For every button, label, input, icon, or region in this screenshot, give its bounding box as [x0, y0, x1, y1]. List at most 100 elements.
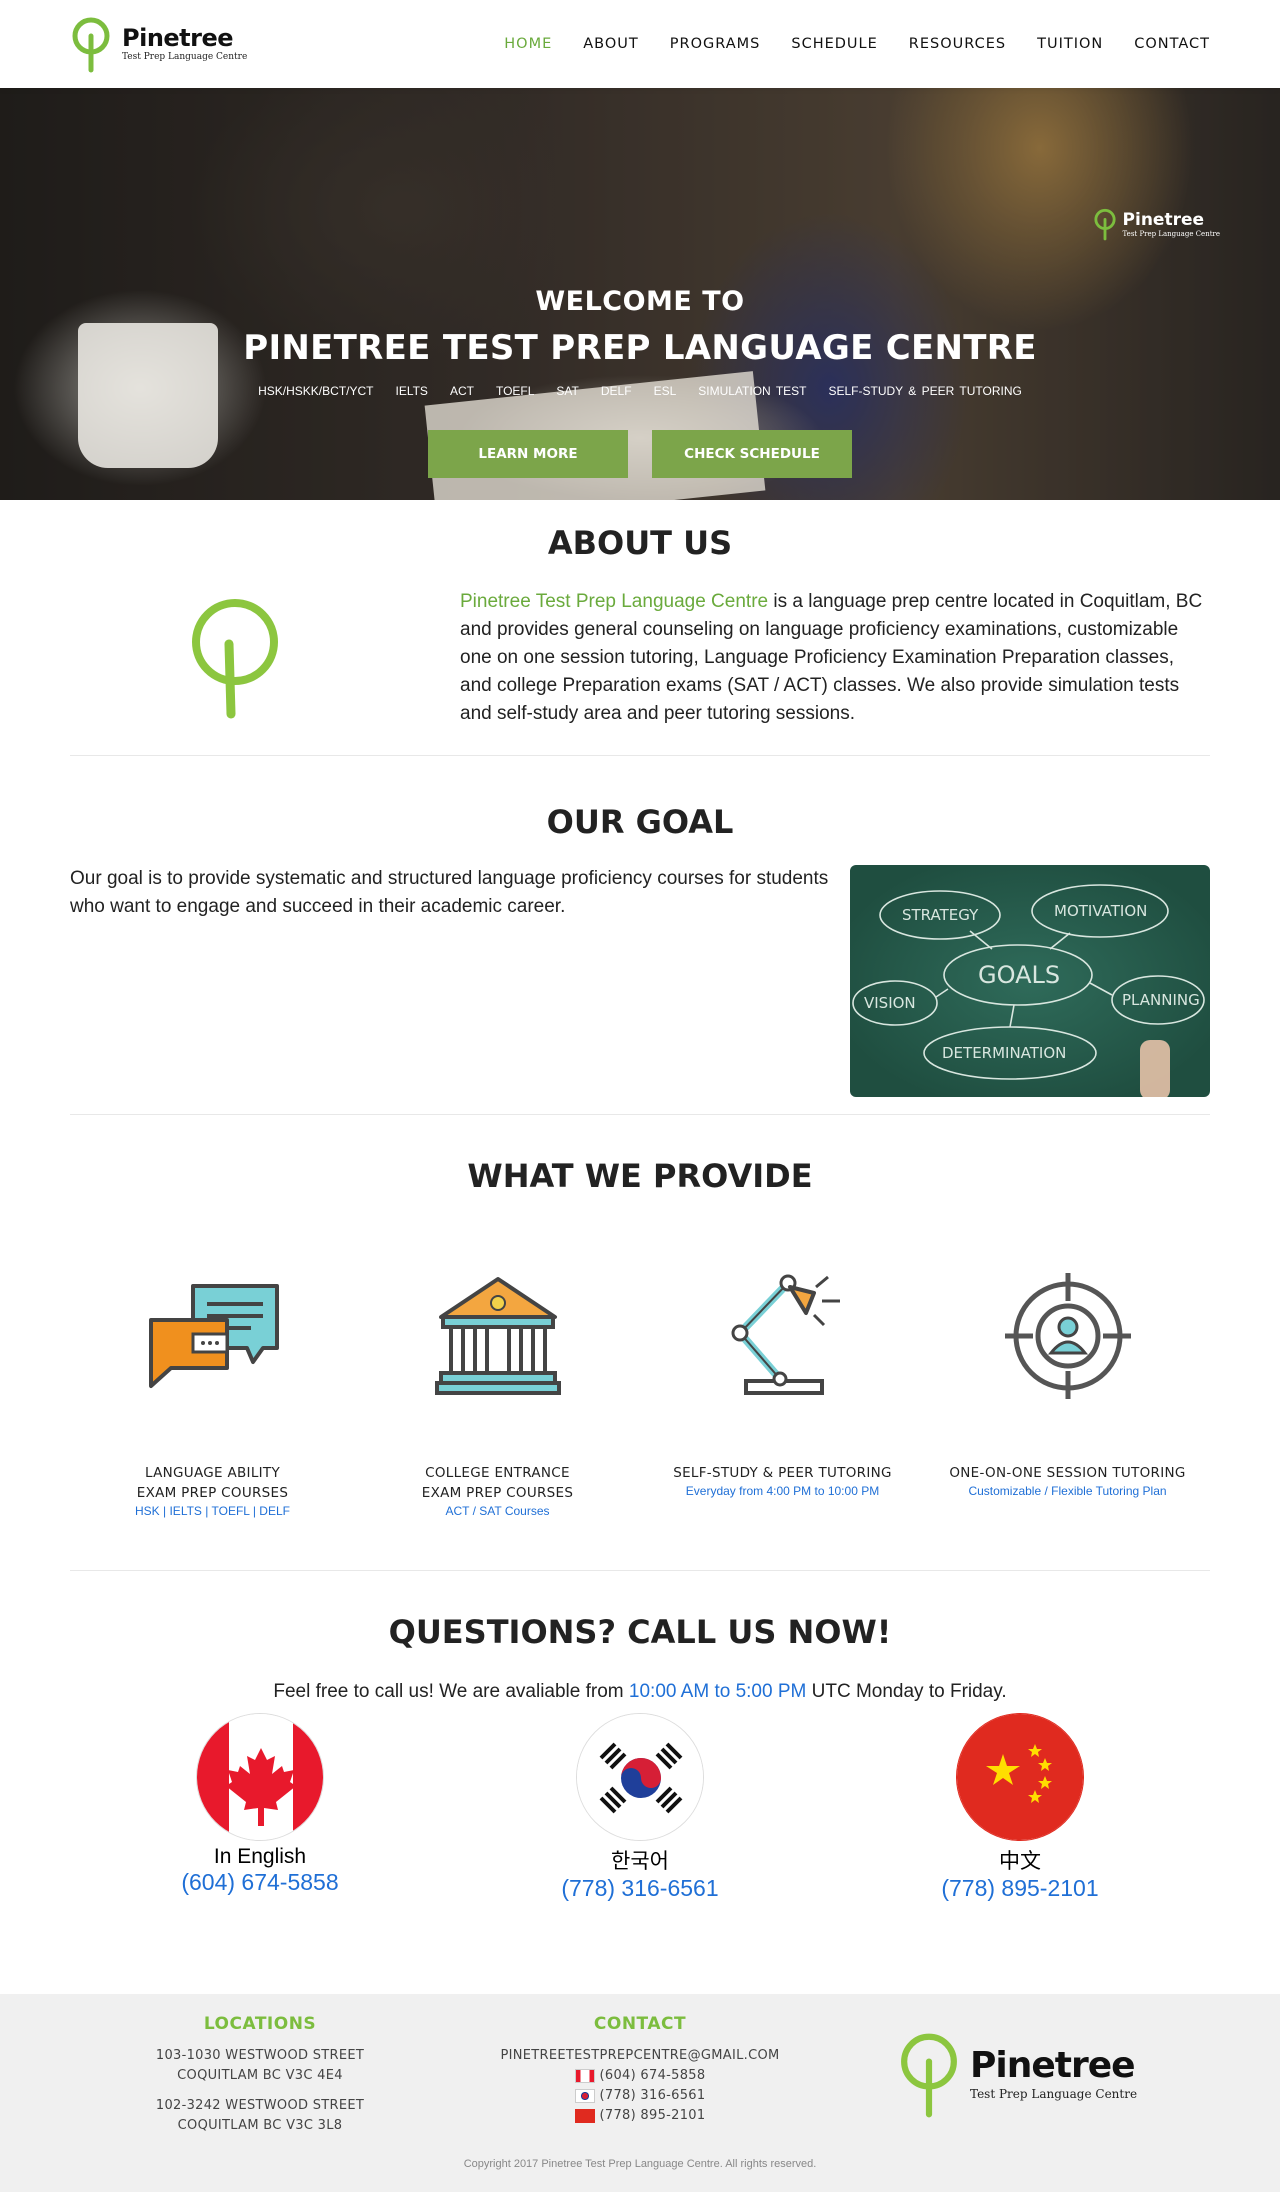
- subject-sat: SAT: [556, 384, 579, 398]
- footer-phone-chinese[interactable]: (778) 895-2101: [600, 2106, 706, 2126]
- board-word-motivation: MOTIVATION: [1054, 902, 1147, 920]
- provide-subtitle[interactable]: Everyday from 4:00 PM to 10:00 PM: [640, 1484, 925, 1498]
- contact-label: 한국어: [611, 1850, 669, 1873]
- chalkboard-drawing: STRATEGY MOTIVATION GOALS VISION PLANNIN…: [852, 884, 1205, 1097]
- goal-section: OUR GOAL Our goal is to provide systemat…: [0, 756, 1280, 1114]
- hero-banner: Pinetree Test Prep Language Centre WELCO…: [0, 88, 1280, 500]
- nav-programs[interactable]: PROGRAMS: [670, 36, 761, 52]
- korea-flag-icon: [576, 1713, 704, 1841]
- pinetree-logo-icon: [901, 2033, 957, 2118]
- contact-label: In English: [213, 1845, 307, 1868]
- contact-label: 中文: [999, 1850, 1041, 1873]
- about-section: ABOUT US Pinetree Test Prep Language Cen…: [0, 500, 1280, 755]
- footer-phone-korean[interactable]: (778) 316-6561: [600, 2086, 706, 2106]
- footer-contact: CONTACT PINETREETESTPREPCENTRE@GMAIL.COM…: [480, 2014, 800, 2126]
- goals-chalkboard-image: STRATEGY MOTIVATION GOALS VISION PLANNIN…: [850, 865, 1210, 1097]
- provide-item-college: COLLEGE ENTRANCE EXAM PREP COURSES ACT /…: [355, 1261, 640, 1518]
- site-header: Pinetree Test Prep Language Centre HOME …: [0, 0, 1280, 88]
- hero-welcome: WELCOME TO: [535, 286, 745, 317]
- subject-toefl: TOEFL: [495, 384, 535, 398]
- canada-flag-icon: [574, 2069, 595, 2083]
- call-title: QUESTIONS? CALL US NOW!: [388, 1613, 892, 1651]
- provide-title-line1: LANGUAGE ABILITY: [144, 1465, 281, 1481]
- desk-lamp-icon: [731, 1274, 840, 1395]
- subject-esl: ESL: [653, 384, 677, 398]
- board-word-goals: GOALS: [978, 961, 1060, 989]
- contact-korean: 한국어 (778) 316-6561: [500, 1713, 780, 1902]
- footer-loc1-street: 103-1030 WESTWOOD STREET: [155, 2048, 365, 2063]
- footer-loc1-city: COQUITLAM BC V3C 4E4: [177, 2068, 343, 2083]
- nav-tuition[interactable]: TUITION: [1037, 36, 1103, 52]
- provide-item-language: LANGUAGE ABILITY EXAM PREP COURSES HSK |…: [70, 1261, 355, 1518]
- main-nav: HOME ABOUT PROGRAMS SCHEDULE RESOURCES T…: [504, 36, 1210, 52]
- nav-contact[interactable]: CONTACT: [1134, 36, 1210, 52]
- provide-item-self-study: SELF-STUDY & PEER TUTORING Everyday from…: [640, 1261, 925, 1518]
- board-word-vision: VISION: [864, 994, 916, 1012]
- board-word-strategy: STRATEGY: [902, 906, 979, 924]
- footer-contact-heading: CONTACT: [593, 2014, 687, 2034]
- nav-schedule[interactable]: SCHEDULE: [791, 36, 877, 52]
- footer-loc2-street: 102-3242 WESTWOOD STREET: [155, 2098, 365, 2113]
- contact-chinese: 中文 (778) 895-2101: [880, 1713, 1160, 1902]
- provide-subtitle[interactable]: HSK | IELTS | TOEFL | DELF: [70, 1504, 355, 1518]
- hero-title: PINETREE TEST PREP LANGUAGE CENTRE: [243, 328, 1037, 368]
- subject-hsk: HSK/HSKK/BCT/YCT: [258, 384, 374, 398]
- board-word-determination: DETERMINATION: [942, 1044, 1066, 1062]
- canada-flag-icon: [196, 1713, 324, 1841]
- brand-tagline: Test Prep Language Centre: [122, 52, 248, 62]
- pinetree-logo-icon: [72, 17, 110, 73]
- provide-title-line2: EXAM PREP COURSES: [136, 1485, 289, 1501]
- subject-delf: DELF: [600, 384, 632, 398]
- call-line-before: Feel free to call us! We are avaliable f…: [273, 1681, 629, 1702]
- phone-link[interactable]: (778) 316-6561: [561, 1875, 718, 1901]
- china-flag-icon: [956, 1713, 1084, 1841]
- subject-act: ACT: [449, 384, 474, 398]
- footer-locations-heading: LOCATIONS: [203, 2014, 317, 2034]
- chat-bubbles-icon: [148, 1284, 279, 1388]
- korea-flag-icon: [574, 2089, 595, 2103]
- goal-text: Our goal is to provide systematic and st…: [70, 868, 829, 917]
- brand-logo[interactable]: Pinetree Test Prep Language Centre: [70, 15, 247, 73]
- footer-logo[interactable]: Pinetree Test Prep Language Centre: [896, 2029, 1137, 2119]
- check-schedule-button[interactable]: CHECK SCHEDULE: [652, 430, 852, 478]
- hero-subjects: HSK/HSKK/BCT/YCT IELTS ACT TOEFL SAT DEL…: [0, 384, 1280, 398]
- phone-link[interactable]: (778) 895-2101: [941, 1875, 1098, 1901]
- provide-title-line2: EXAM PREP COURSES: [421, 1485, 574, 1501]
- footer-loc2-city: COQUITLAM BC V3C 3L8: [177, 2118, 343, 2133]
- site-footer: LOCATIONS 103-1030 WESTWOOD STREET COQUI…: [0, 1994, 1280, 2192]
- call-availability: Feel free to call us! We are avaliable f…: [0, 1681, 1280, 1703]
- footer-logo-tagline: Test Prep Language Centre: [970, 2086, 1138, 2101]
- provide-subtitle[interactable]: Customizable / Flexible Tutoring Plan: [925, 1484, 1210, 1498]
- provide-title-line1: ONE-ON-ONE SESSION TUTORING: [949, 1465, 1186, 1481]
- footer-email-link[interactable]: PINETREETESTPREPCENTRE@GMAIL.COM: [500, 2048, 779, 2063]
- phone-link[interactable]: (604) 674-5858: [181, 1869, 338, 1895]
- footer-phone-english[interactable]: (604) 674-5858: [600, 2066, 706, 2086]
- footer-locations: LOCATIONS 103-1030 WESTWOOD STREET COQUI…: [110, 2014, 410, 2136]
- subject-simulation: SIMULATION TEST: [698, 384, 807, 398]
- board-word-planning: PLANNING: [1122, 991, 1200, 1009]
- brand-name: Pinetree: [122, 24, 234, 52]
- about-text: Pinetree Test Prep Language Centre is a …: [460, 588, 1210, 728]
- subject-self-study: SELF-STUDY & PEER TUTORING: [828, 384, 1022, 398]
- nav-resources[interactable]: RESOURCES: [909, 36, 1006, 52]
- provide-title: WHAT WE PROVIDE: [467, 1157, 813, 1195]
- provide-subtitle[interactable]: ACT / SAT Courses: [355, 1504, 640, 1518]
- about-title: ABOUT US: [547, 524, 733, 562]
- provide-section: WHAT WE PROVIDE LANGUAGE ABILITY EXAM PR…: [0, 1115, 1280, 1570]
- about-highlight[interactable]: Pinetree Test Prep Language Centre: [460, 591, 768, 612]
- footer-location-1: 103-1030 WESTWOOD STREET COQUITLAM BC V3…: [110, 2046, 410, 2086]
- learn-more-button[interactable]: LEARN MORE: [428, 430, 628, 478]
- footer-logo-name: Pinetree: [970, 2044, 1136, 2086]
- pinetree-logo-icon: [192, 599, 278, 719]
- provide-title-line1: SELF-STUDY & PEER TUTORING: [673, 1465, 892, 1481]
- call-hours: 10:00 AM to 5:00 PM: [628, 1681, 807, 1702]
- call-line-after: UTC Monday to Friday.: [806, 1681, 1007, 1702]
- provide-item-one-on-one: ONE-ON-ONE SESSION TUTORING Customizable…: [925, 1261, 1210, 1518]
- nav-about[interactable]: ABOUT: [583, 36, 639, 52]
- goal-title: OUR GOAL: [546, 803, 734, 841]
- target-person-icon: [1004, 1273, 1131, 1399]
- subject-ielts: IELTS: [395, 384, 428, 398]
- contact-english: In English (604) 674-5858: [120, 1713, 400, 1902]
- china-flag-icon: [574, 2109, 595, 2123]
- nav-home[interactable]: HOME: [504, 36, 552, 52]
